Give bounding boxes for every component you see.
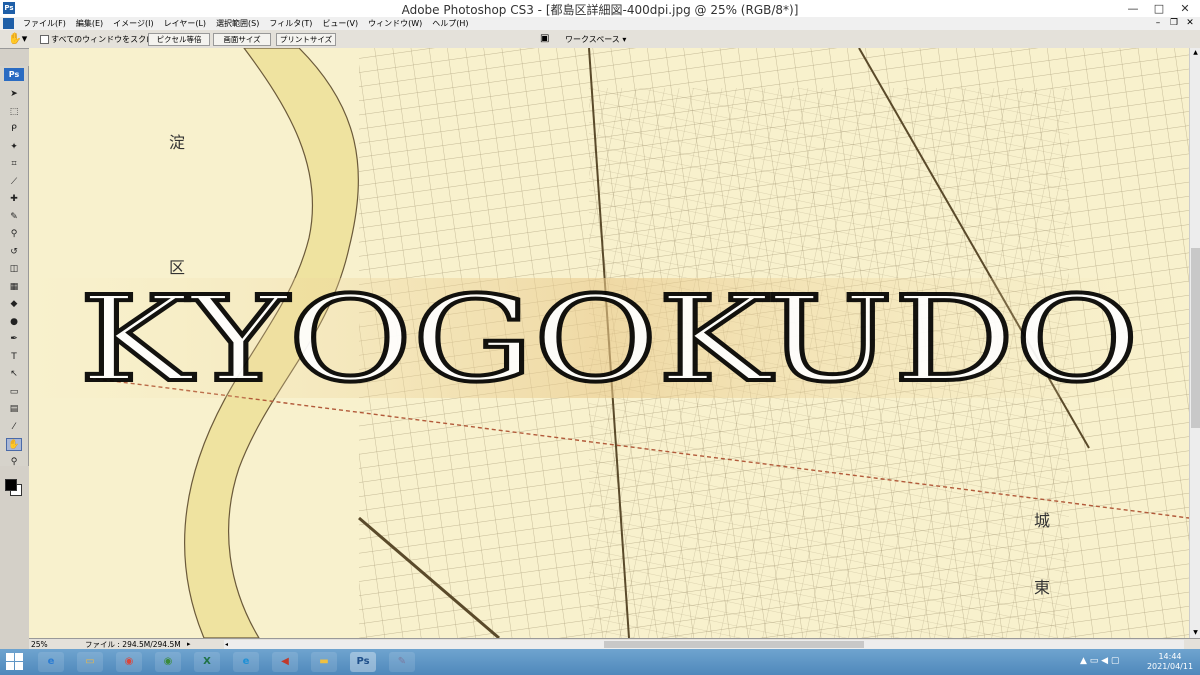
ps-logo: Ps [4, 68, 24, 81]
watermark-text: KYOGOKUDO [79, 270, 1139, 408]
checkbox-box[interactable] [40, 35, 49, 44]
folder-icon[interactable]: ▬ [311, 652, 337, 672]
paint-icon[interactable]: ✎ [389, 652, 415, 672]
edge-icon[interactable]: e [233, 652, 259, 672]
menu-item-5[interactable]: フィルタ(T) [264, 17, 317, 30]
file-explorer-icon[interactable]: ▭ [77, 652, 103, 672]
photoshop-icon[interactable]: Ps [350, 652, 376, 672]
lasso-tool-icon[interactable]: ᑭ [6, 123, 22, 136]
workspace-icon[interactable]: ▣ [540, 33, 549, 45]
notes-tool-icon[interactable]: ▤ [6, 403, 22, 416]
chrome-profile-icon[interactable]: ◉ [155, 652, 181, 672]
path-selection-tool-icon[interactable]: ↖ [6, 368, 22, 381]
clock[interactable]: 14:44 2021/04/11 [1146, 652, 1194, 672]
volume-app-icon[interactable]: ◀ [272, 652, 298, 672]
brush-tool-icon[interactable]: ✎ [6, 211, 22, 224]
taskbar: e ▭ ◉ ◉ Xe ◀ ▬ Ps ✎ ▲ ▭ ◀ ▢ 14:44 2021/04/11 [0, 649, 1200, 675]
eraser-tool-icon[interactable]: ◫ [6, 263, 22, 276]
menu-item-4[interactable]: 選択範囲(S) [211, 17, 264, 30]
actual-pixels-button[interactable]: ピクセル等倍 [148, 33, 210, 46]
type-tool-icon[interactable]: T [6, 351, 22, 364]
gradient-tool-icon[interactable]: ▦ [6, 281, 22, 294]
menu-item-7[interactable]: ウィンドウ(W) [363, 17, 427, 30]
clone-stamp-tool-icon[interactable]: ⚲ [6, 228, 22, 241]
foreground-color-swatch[interactable] [5, 479, 17, 491]
print-size-button[interactable]: プリントサイズ [276, 33, 336, 46]
doc-minimize-button[interactable]: – [1150, 17, 1166, 30]
marquee-tool-icon[interactable]: ⬚ [6, 106, 22, 119]
vertical-scroll-thumb[interactable] [1191, 248, 1200, 428]
zoom-tool-icon[interactable]: ⚲ [6, 456, 22, 469]
menu-item-8[interactable]: ヘルプ(H) [427, 17, 473, 30]
map-label-2: 城 [1034, 511, 1050, 530]
pen-tool-icon[interactable]: ✒ [6, 333, 22, 346]
history-brush-tool-icon[interactable]: ↺ [6, 246, 22, 259]
clock-time: 14:44 [1158, 652, 1182, 661]
windows-start-icon[interactable] [6, 653, 24, 671]
menu-item-3[interactable]: レイヤー(L) [159, 17, 211, 30]
ie-icon[interactable]: e [38, 652, 64, 672]
system-tray[interactable]: ▲ ▭ ◀ ▢ [1080, 656, 1119, 666]
document-icon[interactable] [3, 18, 14, 29]
menu-bar: ファイル(F) 編集(E) イメージ(I) レイヤー(L) 選択範囲(S) フィルタ(T)… [0, 17, 1200, 30]
horizontal-scroll-thumb[interactable] [604, 641, 864, 648]
doc-close-button[interactable]: ✕ [1182, 17, 1198, 30]
title-bar: Ps Adobe Photoshop CS3 - [都島区詳細図-400dpi.… [0, 0, 1200, 18]
menu-list: ファイル(F) 編集(E) イメージ(I) レイヤー(L) 選択範囲(S) フィルタ(T)… [18, 17, 474, 30]
scroll-down-icon[interactable]: ▼ [1190, 628, 1200, 638]
shape-tool-icon[interactable]: ▭ [6, 386, 22, 399]
eyedropper-tool-icon[interactable]: ⁄ [6, 421, 22, 434]
menu-item-6[interactable]: ビュー(V) [317, 17, 363, 30]
scroll-up-icon[interactable]: ▲ [1190, 48, 1200, 58]
chrome-icon[interactable]: ◉ [116, 652, 142, 672]
menu-item-2[interactable]: イメージ(I) [108, 17, 158, 30]
magic-wand-tool-icon[interactable]: ✦ [6, 141, 22, 154]
window-title: Adobe Photoshop CS3 - [都島区詳細図-400dpi.jpg… [401, 3, 799, 17]
toolbox: Ps ➤ ⬚ ᑭ ✦ ⌗ ⟋ ✚ ✎ ⚲ ↺ ◫ ▦ ◆ ● ✒ T ↖ ▭ ▤ ⁄ ✋ ⚲ [0, 66, 29, 496]
vertical-scrollbar[interactable]: ▲ ▼ [1189, 48, 1200, 638]
excel-icon[interactable]: X [194, 652, 220, 672]
blur-tool-icon[interactable]: ◆ [6, 298, 22, 311]
dodge-tool-icon[interactable]: ● [6, 316, 22, 329]
minimize-button[interactable]: — [1120, 1, 1146, 16]
clock-date: 2021/04/11 [1146, 662, 1194, 671]
horizontal-scrollbar[interactable]: ◂ [224, 640, 1184, 649]
maximize-button[interactable]: □ [1146, 1, 1172, 16]
map-label-3: 東 [1034, 578, 1050, 597]
slice-tool-icon[interactable]: ⟋ [6, 176, 22, 189]
hand-icon[interactable]: ✋▾ [8, 33, 27, 45]
menu-item-0[interactable]: ファイル(F) [18, 17, 71, 30]
menu-item-1[interactable]: 編集(E) [71, 17, 108, 30]
crop-tool-icon[interactable]: ⌗ [6, 158, 22, 171]
close-button[interactable]: ✕ [1172, 1, 1198, 16]
hand-tool-icon[interactable]: ✋ [6, 438, 22, 451]
fit-screen-button[interactable]: 画面サイズ [213, 33, 271, 46]
healing-brush-tool-icon[interactable]: ✚ [6, 193, 22, 206]
map-label-0: 淀 [169, 133, 185, 152]
document-canvas[interactable]: 淀 区 城 東 KYOGOKUDO [29, 48, 1189, 638]
move-tool-icon[interactable]: ➤ [6, 88, 22, 101]
options-bar: ✋▾ すべてのウィンドウをスクロール ピクセル等倍 画面サイズ プリントサイズ … [0, 30, 1200, 49]
doc-restore-button[interactable]: ❐ [1166, 17, 1182, 30]
scroll-left-icon[interactable]: ◂ [225, 640, 228, 649]
map-image: 淀 区 城 東 KYOGOKUDO [29, 48, 1189, 638]
workspace-menu[interactable]: ワークスペース ▾ [565, 34, 626, 45]
